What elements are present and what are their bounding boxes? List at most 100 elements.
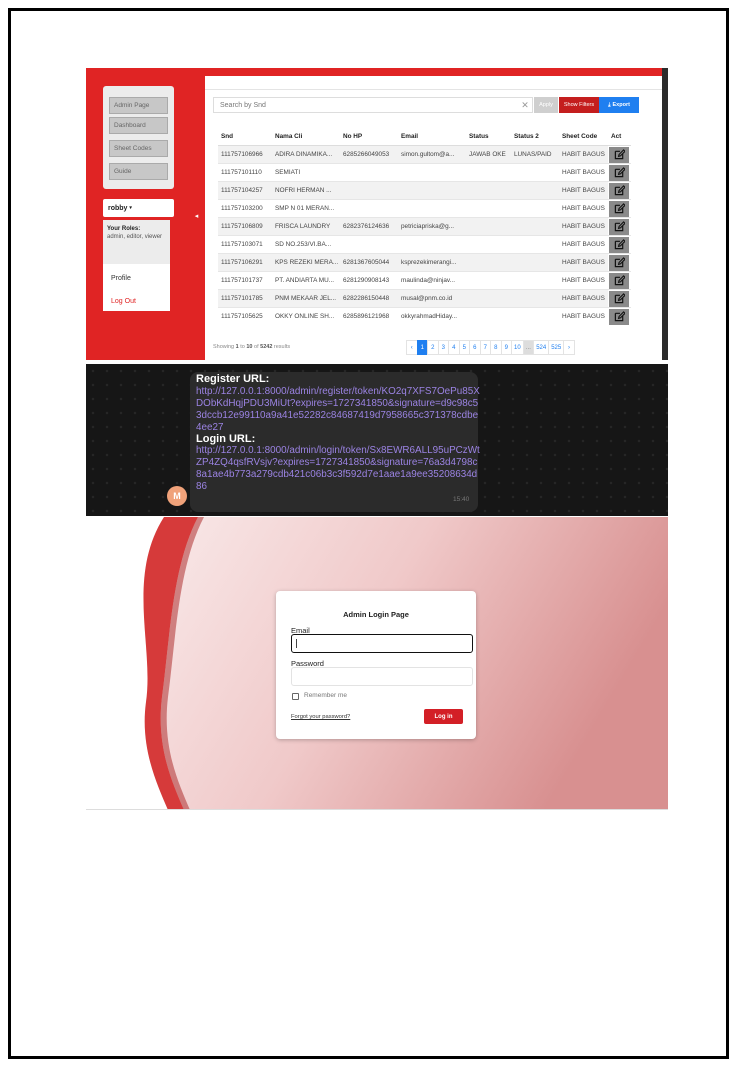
column-header[interactable]: Snd xyxy=(218,128,272,146)
table-cell: 111757106291 xyxy=(218,252,272,271)
table-cell xyxy=(398,198,466,217)
page-button[interactable]: 525 xyxy=(548,340,565,355)
email-field[interactable] xyxy=(291,634,473,653)
apply-button[interactable]: Apply xyxy=(534,97,558,113)
avatar[interactable]: M xyxy=(167,486,187,506)
roles-value: admin, editor, viewer xyxy=(107,234,163,240)
login-url-link[interactable]: http://127.0.0.1:8000/admin/login/token/… xyxy=(196,445,481,493)
table-cell: 6282286150448 xyxy=(340,288,398,307)
table-cell: 6285896121968 xyxy=(340,306,398,325)
forgot-password-link[interactable]: Forgot your password? xyxy=(291,714,350,720)
column-header[interactable]: Status xyxy=(466,128,511,146)
table-cell: 111757106809 xyxy=(218,216,272,235)
menu-log-out[interactable]: Log Out xyxy=(103,293,170,310)
column-header[interactable]: Sheet Code xyxy=(559,128,608,146)
column-header[interactable]: No HP xyxy=(340,128,398,146)
edit-button[interactable] xyxy=(609,146,629,163)
table-cell: FRISCA LAUNDRY xyxy=(272,216,340,235)
pagination: ‹ 1 2 3 4 5 6 7 8 9 10... 524 525 › xyxy=(406,340,575,355)
roles-box: Your Roles: admin, editor, viewer xyxy=(103,220,170,264)
action-cell xyxy=(608,306,631,325)
table-cell: JAWAB OKE xyxy=(466,144,511,163)
table-cell xyxy=(340,162,398,181)
table-cell xyxy=(340,180,398,199)
nav-guide-button[interactable]: Guide xyxy=(109,163,168,180)
table-cell: 111757105625 xyxy=(218,306,272,325)
edit-button[interactable] xyxy=(609,164,629,181)
nav-sheet-codes-button[interactable]: Sheet Codes xyxy=(109,140,168,157)
table-cell xyxy=(340,234,398,253)
edit-button[interactable] xyxy=(609,254,629,271)
chat-screenshot: Register URL: http://127.0.0.1:8000/admi… xyxy=(86,364,668,516)
table-body: 111757106966 ADIRA DINAMIKA... 62852660490… xyxy=(218,144,631,325)
table-row: 111757103200 SMP N 01 MERAN... HABIT BAGUS xyxy=(218,198,631,217)
export-button[interactable]: ⤓ Export xyxy=(599,97,639,113)
table-cell: SEMIATI xyxy=(272,162,340,181)
table-cell: NOFRI HERMAN ... xyxy=(272,180,340,199)
edit-icon xyxy=(614,275,625,286)
show-filters-button[interactable]: Show Filters xyxy=(559,97,599,113)
next-page-button[interactable]: › xyxy=(563,340,575,355)
column-header[interactable]: Status 2 xyxy=(511,128,559,146)
table-row: 111757106291 KPS REZEKI MERA... 6281367605… xyxy=(218,252,631,271)
close-icon[interactable]: ✕ xyxy=(518,97,532,113)
table-row: 111757105625 OKKY ONLINE SH... 62858961219… xyxy=(218,306,631,325)
scrollbar[interactable] xyxy=(662,68,668,360)
edit-icon xyxy=(614,257,625,268)
table-cell: HABIT BAGUS xyxy=(559,270,608,289)
table-cell: okkyrahmadHiday... xyxy=(398,306,466,325)
table-cell: maulinda@ninjav... xyxy=(398,270,466,289)
data-table: Snd Nama Cli No HP Email Status Status 2… xyxy=(218,128,631,325)
edit-button[interactable] xyxy=(609,200,629,217)
column-header[interactable]: Email xyxy=(398,128,466,146)
table-cell: HABIT BAGUS xyxy=(559,162,608,181)
table-cell: 111757101737 xyxy=(218,270,272,289)
nav-dashboard-button[interactable]: Dashboard xyxy=(109,117,168,134)
results-suffix: results xyxy=(272,344,291,350)
page-button[interactable]: 524 xyxy=(533,340,550,355)
edit-button[interactable] xyxy=(609,290,629,307)
edit-icon xyxy=(614,167,625,178)
main-header-bar xyxy=(205,76,668,90)
search-input[interactable]: Search by Snd xyxy=(213,97,533,113)
login-screenshot: Admin Login Page Email Password Remember… xyxy=(86,517,668,810)
table-cell: 111757101110 xyxy=(218,162,272,181)
table-cell: 6281367605044 xyxy=(340,252,398,271)
user-menu: Your Roles: admin, editor, viewer Profil… xyxy=(103,220,170,311)
login-button[interactable]: Log in xyxy=(424,709,463,724)
action-cell xyxy=(608,216,631,235)
collapse-sidebar-icon[interactable]: ◂ xyxy=(190,207,203,225)
table-cell xyxy=(511,216,559,235)
table-header-row: Snd Nama Cli No HP Email Status Status 2… xyxy=(218,128,631,146)
password-field[interactable] xyxy=(291,667,473,686)
edit-button[interactable] xyxy=(609,218,629,235)
table-cell: simon.gultom@a... xyxy=(398,144,466,163)
table-cell xyxy=(466,306,511,325)
column-header[interactable]: Nama Cli xyxy=(272,128,340,146)
column-header: Act xyxy=(608,128,631,146)
table-row: 111757101785 PNM MEKAAR JEL... 62822861504… xyxy=(218,288,631,307)
remember-label: Remember me xyxy=(304,692,347,699)
table-cell: 6281290908143 xyxy=(340,270,398,289)
edit-icon xyxy=(614,311,625,322)
table-cell xyxy=(511,198,559,217)
table-cell: 111757106966 xyxy=(218,144,272,163)
user-dropdown[interactable]: robby ▾ xyxy=(103,199,174,217)
remember-checkbox[interactable] xyxy=(292,693,299,700)
edit-button[interactable] xyxy=(609,272,629,289)
admin-table-screenshot: Admin Page Dashboard Sheet Codes Guide r… xyxy=(86,68,668,360)
table-cell xyxy=(466,162,511,181)
nav-admin-page-button[interactable]: Admin Page xyxy=(109,97,168,114)
action-cell xyxy=(608,234,631,253)
edit-button[interactable] xyxy=(609,236,629,253)
edit-icon xyxy=(614,149,625,160)
edit-button[interactable] xyxy=(609,308,629,325)
menu-profile[interactable]: Profile xyxy=(103,270,170,287)
edit-button[interactable] xyxy=(609,182,629,199)
message-time: 15:40 xyxy=(453,496,470,503)
table-cell: 111757103200 xyxy=(218,198,272,217)
register-url-link[interactable]: http://127.0.0.1:8000/admin/register/tok… xyxy=(196,386,481,434)
action-cell xyxy=(608,252,631,271)
table-cell xyxy=(511,288,559,307)
table-row: 111757106809 FRISCA LAUNDRY 6282376124636 p… xyxy=(218,216,631,235)
